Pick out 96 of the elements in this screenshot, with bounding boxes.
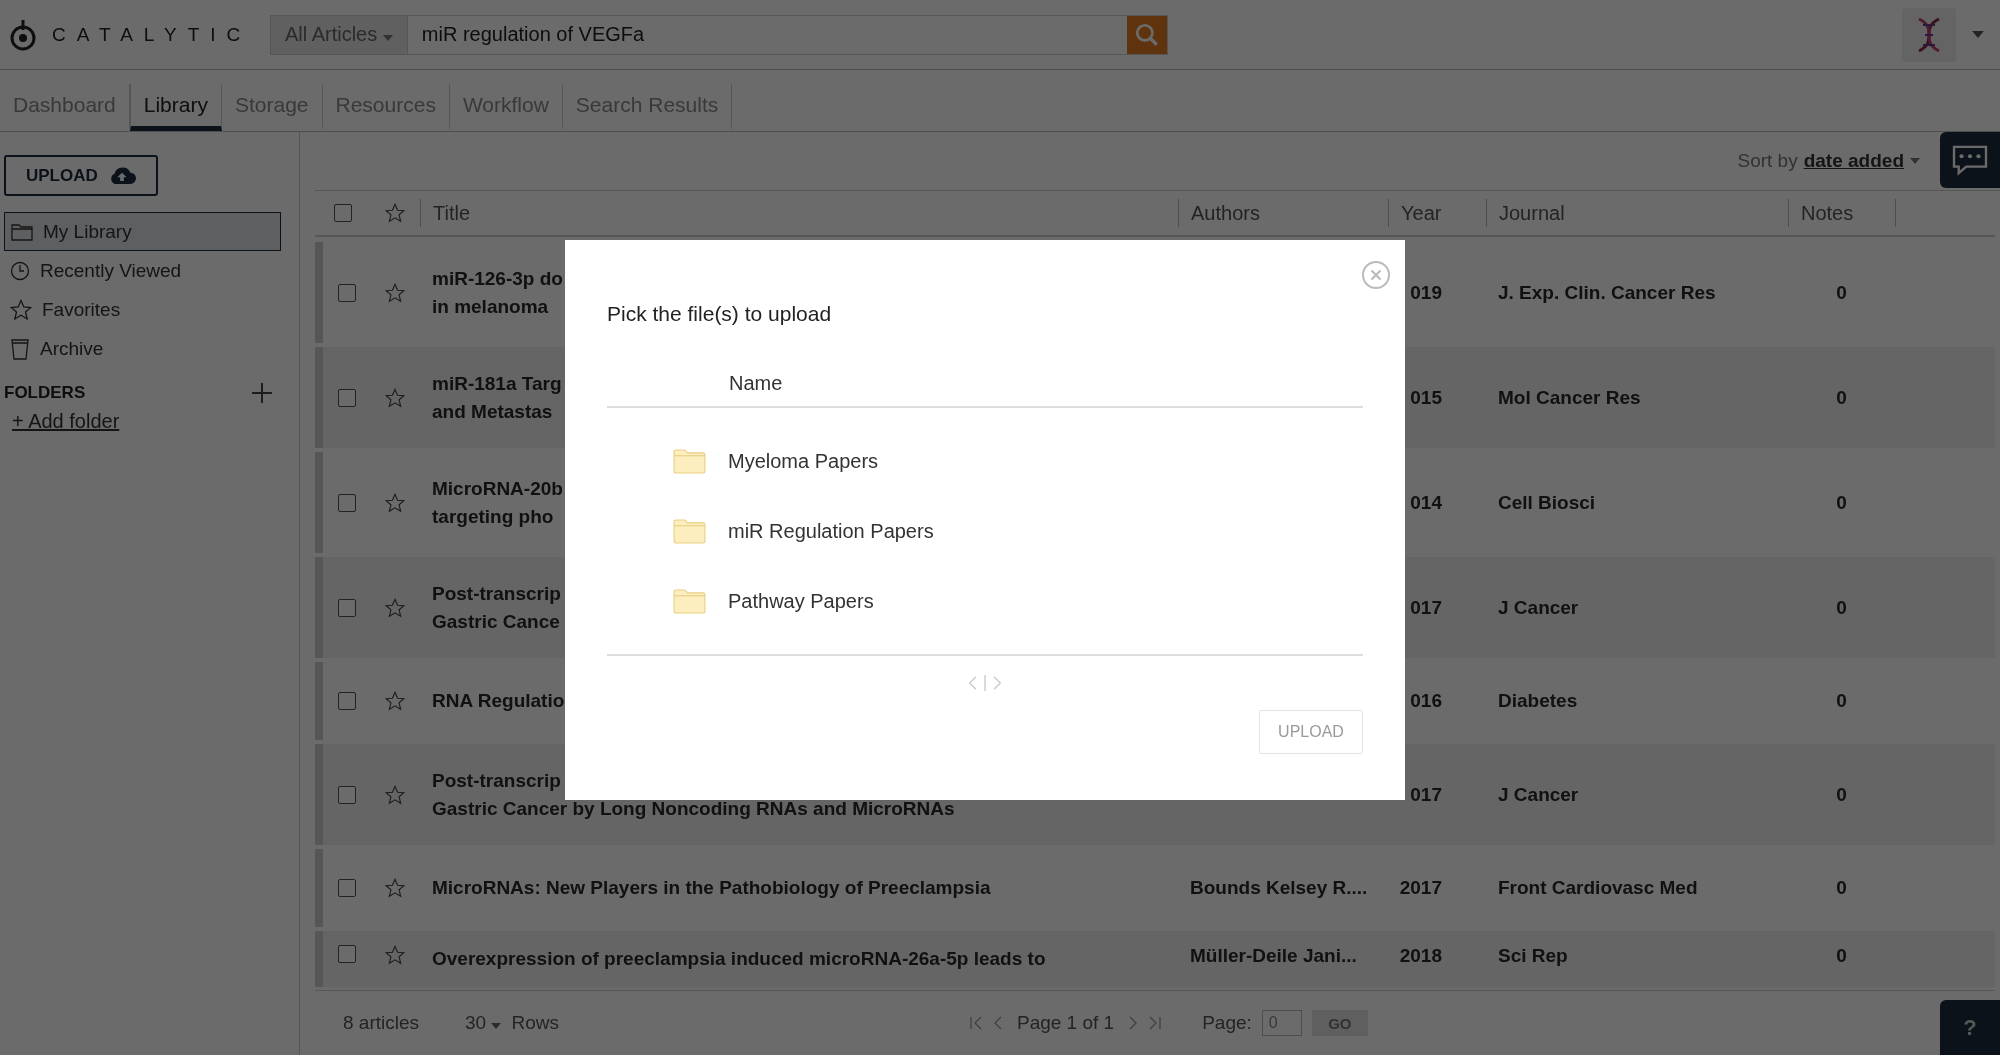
row-checkbox[interactable] (337, 493, 356, 512)
page-indicator: Page 1 of 1 (1016, 1012, 1115, 1034)
notes-cell: 0 (1836, 877, 1847, 898)
folder-icon (11, 222, 33, 241)
journal-cell: Cell Biosci (1498, 491, 1596, 513)
folder-name[interactable]: miR Regulation Papers (728, 519, 934, 543)
notes-cell: 0 (1836, 945, 1847, 966)
column-header[interactable]: Year (1401, 201, 1442, 225)
column-header[interactable]: Title (433, 201, 471, 225)
sort-dropdown[interactable]: date added (1803, 150, 1904, 172)
help-button[interactable]: ? (1940, 1000, 2000, 1055)
journal-cell: J Cancer (1498, 596, 1579, 618)
add-icon[interactable] (251, 382, 273, 404)
journal-cell: Front Cardiovasc Med (1498, 877, 1698, 898)
rows-label: Rows (511, 1012, 559, 1034)
star-icon[interactable] (385, 597, 405, 618)
clock-icon (10, 260, 30, 281)
authors-cell: Bounds Kelsey R.... (1190, 877, 1368, 898)
column-header[interactable]: Authors (1191, 201, 1260, 225)
year-cell: 019 (1410, 281, 1442, 303)
star-icon[interactable] (385, 691, 405, 711)
upload-button[interactable]: UPLOAD (4, 155, 158, 196)
dialog-title: Pick the file(s) to upload (607, 302, 833, 326)
brand-name: CATALYTIC (52, 23, 252, 46)
sidebar-item[interactable]: Recently Viewed (4, 251, 281, 290)
sidebar-item[interactable]: Favorites (4, 290, 281, 329)
previous-page-icon[interactable] (992, 1016, 1003, 1030)
add-folder-link[interactable]: + Add folder (12, 410, 120, 433)
year-cell: 016 (1410, 690, 1442, 711)
first-page-icon[interactable] (968, 1016, 983, 1030)
row-checkbox[interactable] (337, 283, 356, 302)
caret-icon (491, 1023, 502, 1029)
row-checkbox[interactable] (337, 598, 356, 617)
notes-cell: 0 (1836, 491, 1847, 513)
trash-icon (10, 337, 30, 360)
star-icon (10, 298, 32, 321)
star-icon[interactable] (385, 203, 405, 223)
journal-cell: Mol Cancer Res (1498, 386, 1641, 408)
close-icon[interactable] (1361, 260, 1391, 290)
sort-label: Sort by (1737, 150, 1798, 172)
year-cell: 014 (1410, 491, 1442, 513)
page-label: Page: (1202, 1012, 1252, 1034)
search-icon (1134, 21, 1160, 48)
row-checkbox[interactable] (337, 388, 356, 407)
year-cell: 015 (1410, 386, 1442, 408)
column-header[interactable]: Journal (1499, 201, 1565, 225)
row-checkbox[interactable] (337, 785, 356, 804)
journal-cell: Sci Rep (1498, 945, 1568, 966)
search-button[interactable] (1127, 15, 1167, 54)
folders-heading: FOLDERS (4, 383, 86, 403)
year-cell: 2018 (1399, 945, 1442, 966)
year-cell: 017 (1410, 596, 1442, 618)
folder-name[interactable]: Myeloma Papers (728, 449, 879, 473)
row-checkbox[interactable] (337, 879, 356, 897)
journal-cell: J. Exp. Clin. Cancer Res (1498, 281, 1716, 303)
select-all-checkbox[interactable] (333, 204, 352, 222)
caret-icon[interactable] (1972, 31, 1984, 38)
year-cell: 2017 (1399, 877, 1442, 898)
folder-icon (673, 518, 706, 544)
nav-tab[interactable]: Library (129, 84, 222, 131)
column-header[interactable]: Name (729, 371, 783, 395)
star-icon[interactable] (385, 492, 405, 513)
star-icon[interactable] (385, 878, 405, 898)
chat-icon (1951, 144, 1989, 176)
chat-button[interactable] (1940, 132, 2000, 188)
last-page-icon[interactable] (1148, 1016, 1163, 1030)
authors-cell: Müller-Deile Jani... (1190, 945, 1357, 966)
folder-icon (673, 448, 706, 474)
notes-cell: 0 (1836, 783, 1847, 805)
star-icon[interactable] (385, 387, 405, 408)
next-page-icon[interactable] (1128, 1016, 1139, 1030)
journal-cell: J Cancer (1498, 783, 1579, 805)
folder-icon (673, 588, 706, 614)
folder-name[interactable]: Pathway Papers (728, 589, 874, 613)
row-checkbox[interactable] (337, 945, 356, 963)
journal-cell: Diabetes (1498, 690, 1578, 711)
rows-dropdown[interactable]: 30 (459, 1011, 508, 1035)
notes-cell: 0 (1836, 690, 1847, 711)
caret-icon (382, 35, 393, 41)
notes-cell: 0 (1836, 386, 1847, 408)
star-icon[interactable] (385, 282, 405, 303)
star-icon[interactable] (385, 784, 405, 805)
avatar-button[interactable] (1902, 7, 1956, 62)
sidebar-item[interactable]: My Library (4, 212, 281, 251)
year-cell: 017 (1410, 783, 1442, 805)
article-count: 8 articles (343, 1012, 420, 1034)
sidebar-item[interactable]: Archive (4, 329, 281, 368)
row-checkbox[interactable] (337, 692, 356, 710)
star-icon[interactable] (385, 945, 405, 965)
notes-cell: 0 (1836, 596, 1847, 618)
article-title[interactable]: Overexpression of preeclampsia induced microRNA-26a-5p leads to (432, 945, 1178, 973)
logo-icon (8, 17, 38, 52)
column-header[interactable]: Notes (1801, 201, 1854, 225)
notes-cell: 0 (1836, 281, 1847, 303)
caret-icon[interactable] (1910, 158, 1920, 164)
article-title[interactable]: MicroRNAs: New Players in the Pathobiology of Preeclampsia (432, 874, 1178, 902)
